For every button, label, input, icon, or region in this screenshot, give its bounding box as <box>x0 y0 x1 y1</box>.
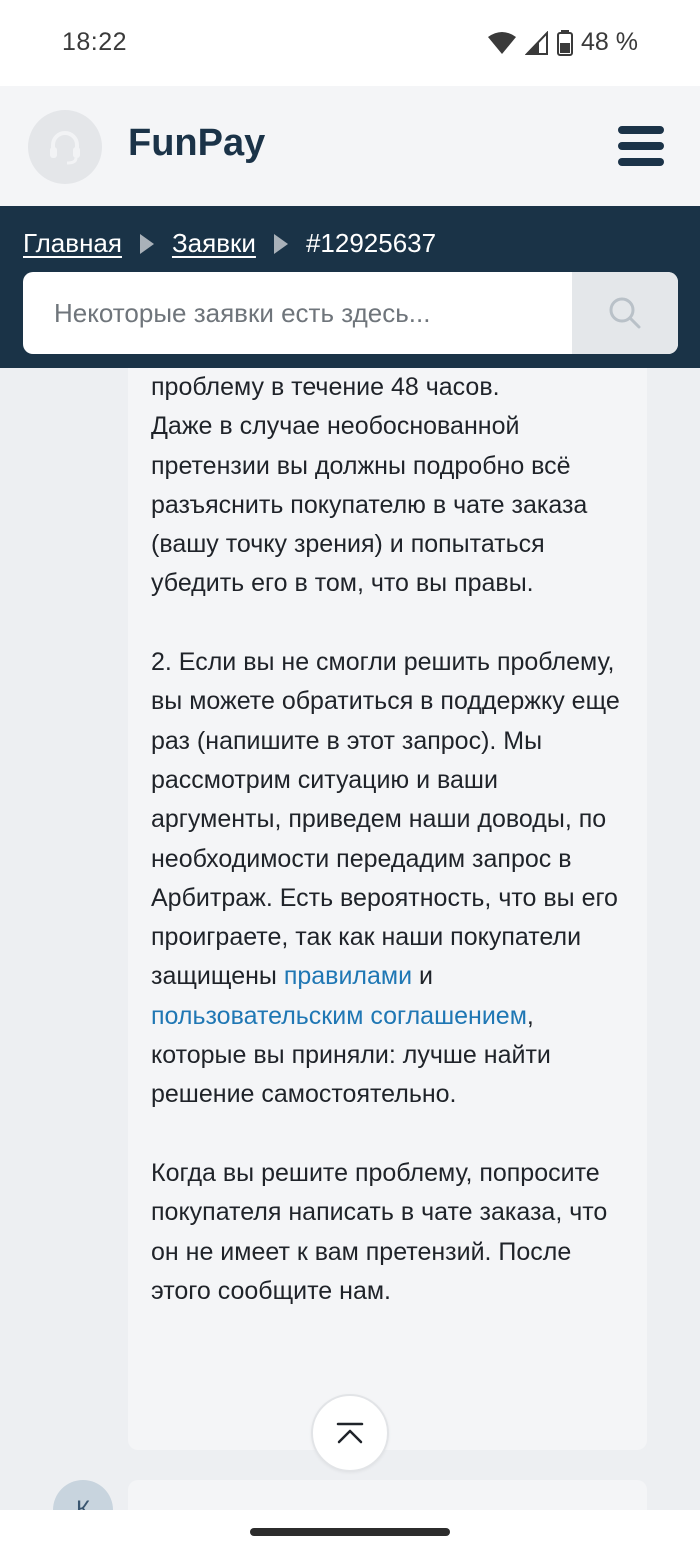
chevron-up-icon <box>336 1422 364 1444</box>
chevron-right-icon <box>139 233 154 254</box>
search-icon <box>609 297 641 329</box>
brand-logo-text[interactable]: FunPay <box>128 122 265 165</box>
site-header: FunPay <box>0 86 700 206</box>
hamburger-menu-icon[interactable] <box>618 126 664 166</box>
chevron-right-icon <box>273 233 288 254</box>
status-time: 18:22 <box>62 28 128 56</box>
status-icons: 48 % <box>487 28 638 57</box>
breadcrumb-requests-link[interactable]: Заявки <box>172 228 256 259</box>
avatar[interactable]: К <box>53 1480 113 1510</box>
message-text: 2. Если вы не смогли решить проблему, вы… <box>151 648 620 991</box>
message-line: проблему в течение 48 часов. <box>151 373 500 401</box>
rules-link[interactable]: правилами <box>284 962 412 990</box>
search-box <box>23 272 678 354</box>
message-text: и <box>419 962 433 991</box>
battery-percent: 48 % <box>581 28 638 56</box>
support-logo[interactable] <box>28 110 102 184</box>
support-message-text: проблему в течение 48 часов. Даже в случ… <box>151 368 631 1311</box>
breadcrumb: Главная Заявки #12925637 <box>23 228 436 259</box>
breadcrumb-home-link[interactable]: Главная <box>23 228 122 259</box>
home-indicator[interactable] <box>250 1528 450 1536</box>
status-bar: 18:22 48 % <box>0 0 700 86</box>
search-input[interactable] <box>23 272 572 354</box>
navbar: Главная Заявки #12925637 <box>0 206 700 368</box>
headset-icon <box>50 131 80 165</box>
battery-icon <box>557 29 574 56</box>
system-navigation-bar <box>0 1510 700 1556</box>
breadcrumb-current: #12925637 <box>305 228 437 258</box>
scroll-to-top-button[interactable] <box>311 1394 389 1472</box>
message-paragraph: Когда вы решите проблему, попросите поку… <box>151 1158 608 1305</box>
user-agreement-link[interactable]: пользовательским соглашением <box>151 1002 527 1030</box>
message-paragraph: 2. Если вы не смогли решить проблему, вы… <box>151 643 631 1115</box>
wifi-icon <box>488 31 517 54</box>
message-paragraph: Даже в случае необоснованной претензии в… <box>151 412 588 598</box>
next-message-bubble <box>128 1480 647 1510</box>
signal-icon <box>525 30 549 55</box>
chat-area[interactable]: проблему в течение 48 часов. Даже в случ… <box>0 368 700 1510</box>
search-button[interactable] <box>572 272 678 354</box>
